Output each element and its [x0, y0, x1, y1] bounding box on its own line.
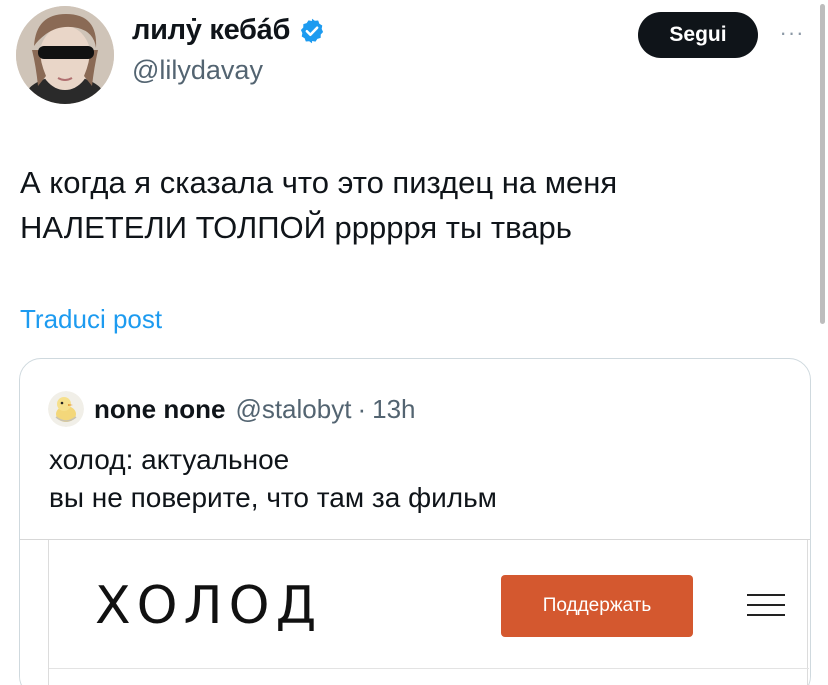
verified-badge-icon	[298, 17, 326, 45]
tweet-text-line: А когда я сказала что это пиздец на меня	[20, 165, 618, 200]
translate-post-link[interactable]: Traduci post	[20, 304, 162, 335]
support-button: Поддержать	[501, 575, 693, 637]
quoted-tweet-text: холод: актуальное вы не поверите, что та…	[49, 441, 497, 517]
tweet-text: А когда я сказала что это пиздец на меня…	[20, 160, 800, 250]
quoted-separator: ·	[357, 393, 367, 424]
quoted-text-line: вы не поверите, что там за фильм	[49, 482, 497, 513]
preview-divider	[49, 668, 809, 669]
scrollbar-thumb[interactable]	[820, 4, 825, 324]
tweet-text-line: НАЛЕТЕЛИ ТОЛПОЙ ррррря ты тварь	[20, 210, 572, 245]
quoted-tweet-header: none none @stalobyt · 13h	[48, 391, 416, 427]
follow-button[interactable]: Segui	[638, 12, 758, 58]
author-handle[interactable]: @lilydavay	[132, 55, 263, 86]
brand-logo: ХОЛОД	[95, 576, 323, 636]
author-name-row: лилẏ кебáб	[132, 14, 326, 47]
quoted-author-avatar	[48, 391, 84, 427]
quoted-text-line: холод: актуальное	[49, 444, 290, 475]
quoted-author-handle[interactable]: @stalobyt	[235, 394, 351, 425]
quoted-media-preview[interactable]: ХОЛОД Поддержать	[20, 539, 810, 685]
quoted-tweet-card[interactable]: none none @stalobyt · 13h холод: актуаль…	[19, 358, 811, 685]
author-avatar[interactable]	[16, 6, 114, 104]
hamburger-menu-icon	[745, 588, 787, 622]
quoted-timestamp[interactable]: 13h	[372, 394, 415, 425]
quoted-author-name[interactable]: none none	[94, 394, 225, 425]
more-options-icon[interactable]: ···	[772, 18, 812, 48]
author-display-name[interactable]: лилẏ кебáб	[132, 14, 290, 47]
tweet-page: лилẏ кебáб @lilydavay Segui ··· А когда …	[0, 0, 828, 685]
preview-screenshot-frame: ХОЛОД Поддержать	[48, 540, 809, 685]
